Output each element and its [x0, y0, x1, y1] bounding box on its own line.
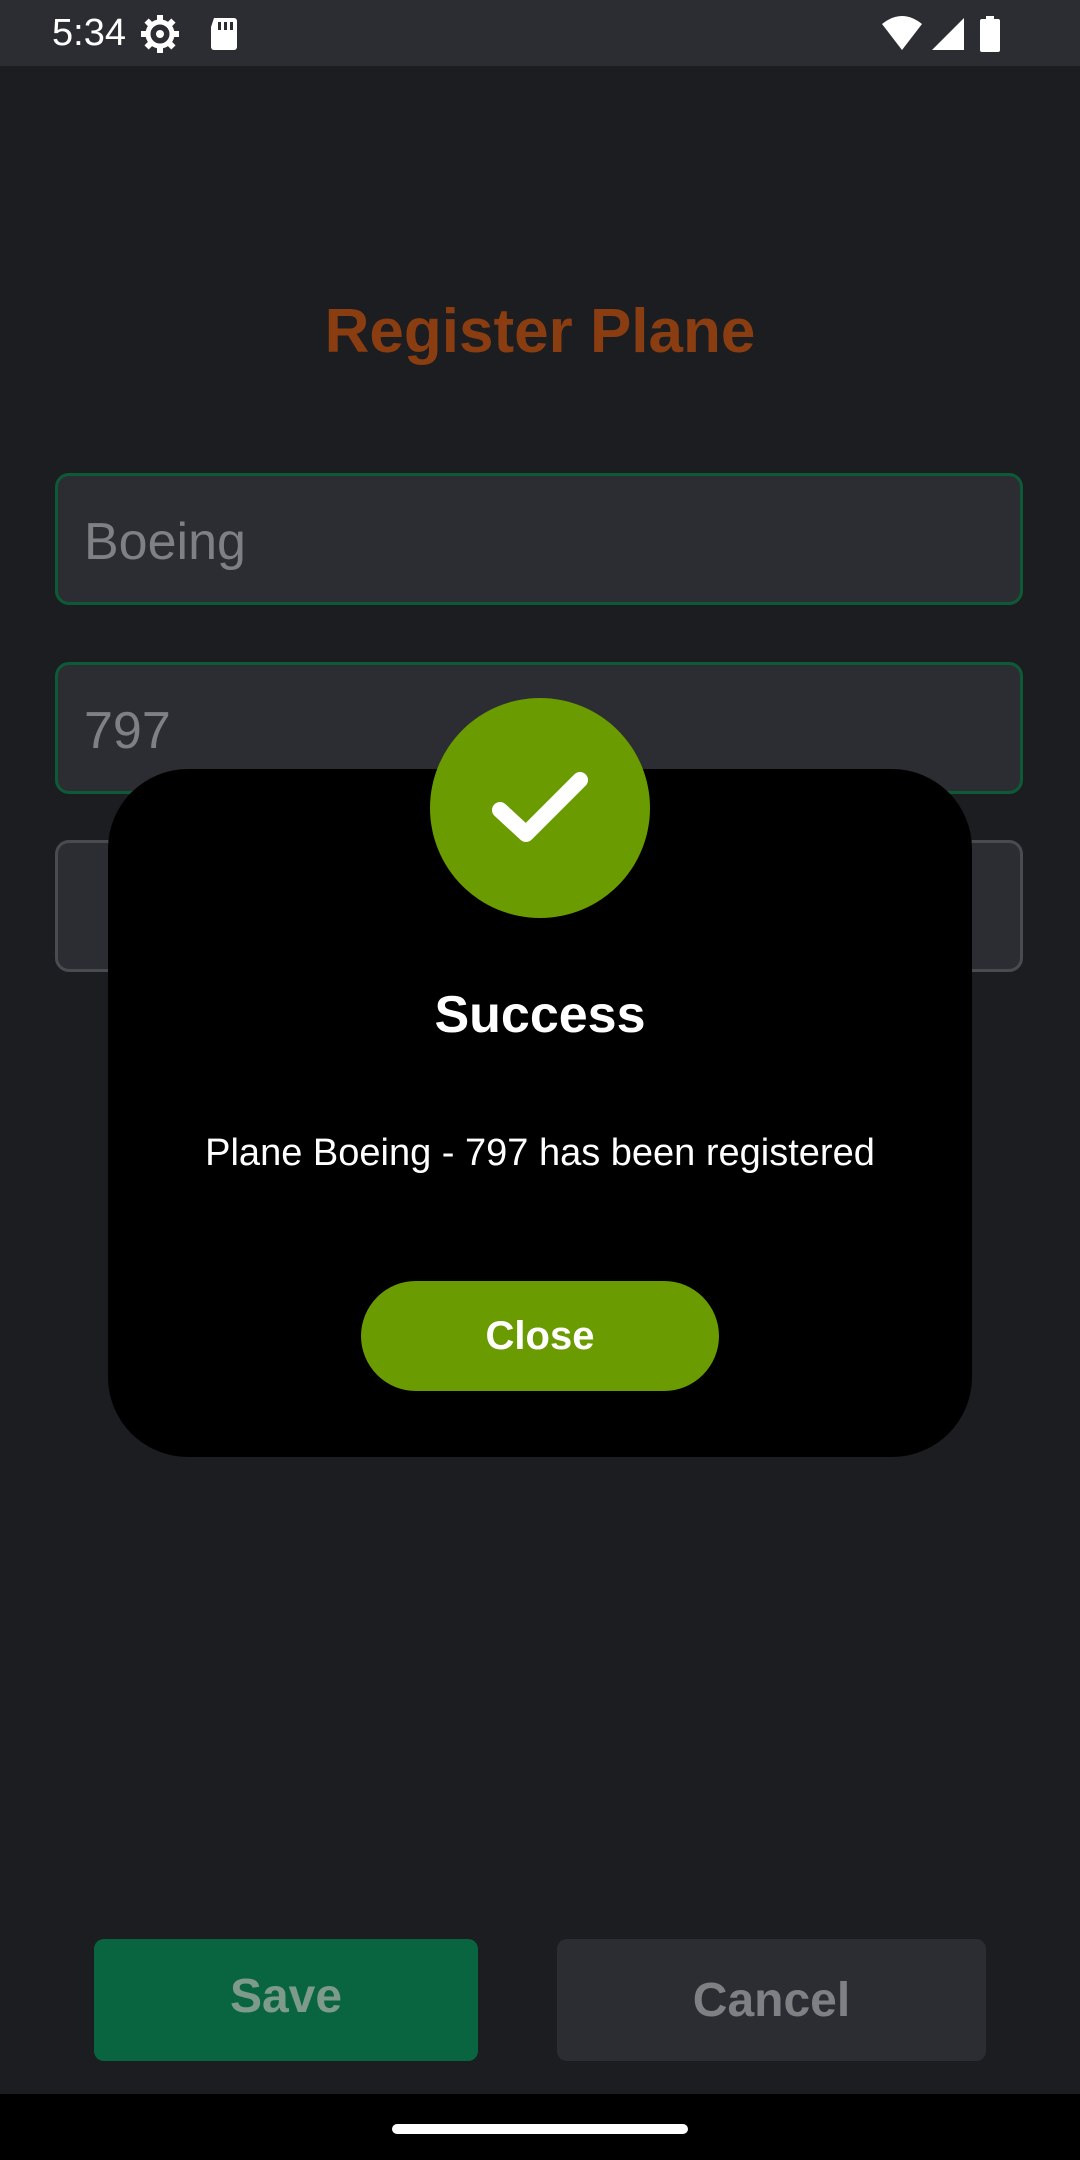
sd-card-icon: [204, 14, 244, 54]
screen: 5:34 Register Plane Boeing 797 Save Canc…: [0, 0, 1080, 2160]
home-gesture-handle[interactable]: [392, 2124, 688, 2134]
model-value: 797: [84, 702, 171, 760]
close-button[interactable]: Close: [361, 1281, 719, 1391]
cancel-button[interactable]: Cancel: [557, 1939, 986, 2061]
wifi-icon: [880, 14, 924, 54]
save-button[interactable]: Save: [94, 1939, 478, 2061]
navigation-bar: [0, 2094, 1080, 2160]
dialog-title: Success: [434, 986, 646, 1044]
status-time: 5:34: [52, 12, 126, 54]
checkmark-icon: [492, 772, 588, 842]
success-badge: [430, 698, 650, 918]
manufacturer-field[interactable]: Boeing: [55, 473, 1023, 605]
manufacturer-value: Boeing: [84, 513, 246, 571]
dialog-message: Plane Boeing - 797 has been registered: [205, 1132, 875, 1174]
status-bar: 5:34: [0, 0, 1080, 66]
page-title: Register Plane: [324, 297, 756, 366]
cell-signal-icon: [928, 14, 968, 54]
battery-icon: [978, 14, 1002, 54]
settings-gear-icon: [140, 14, 180, 54]
